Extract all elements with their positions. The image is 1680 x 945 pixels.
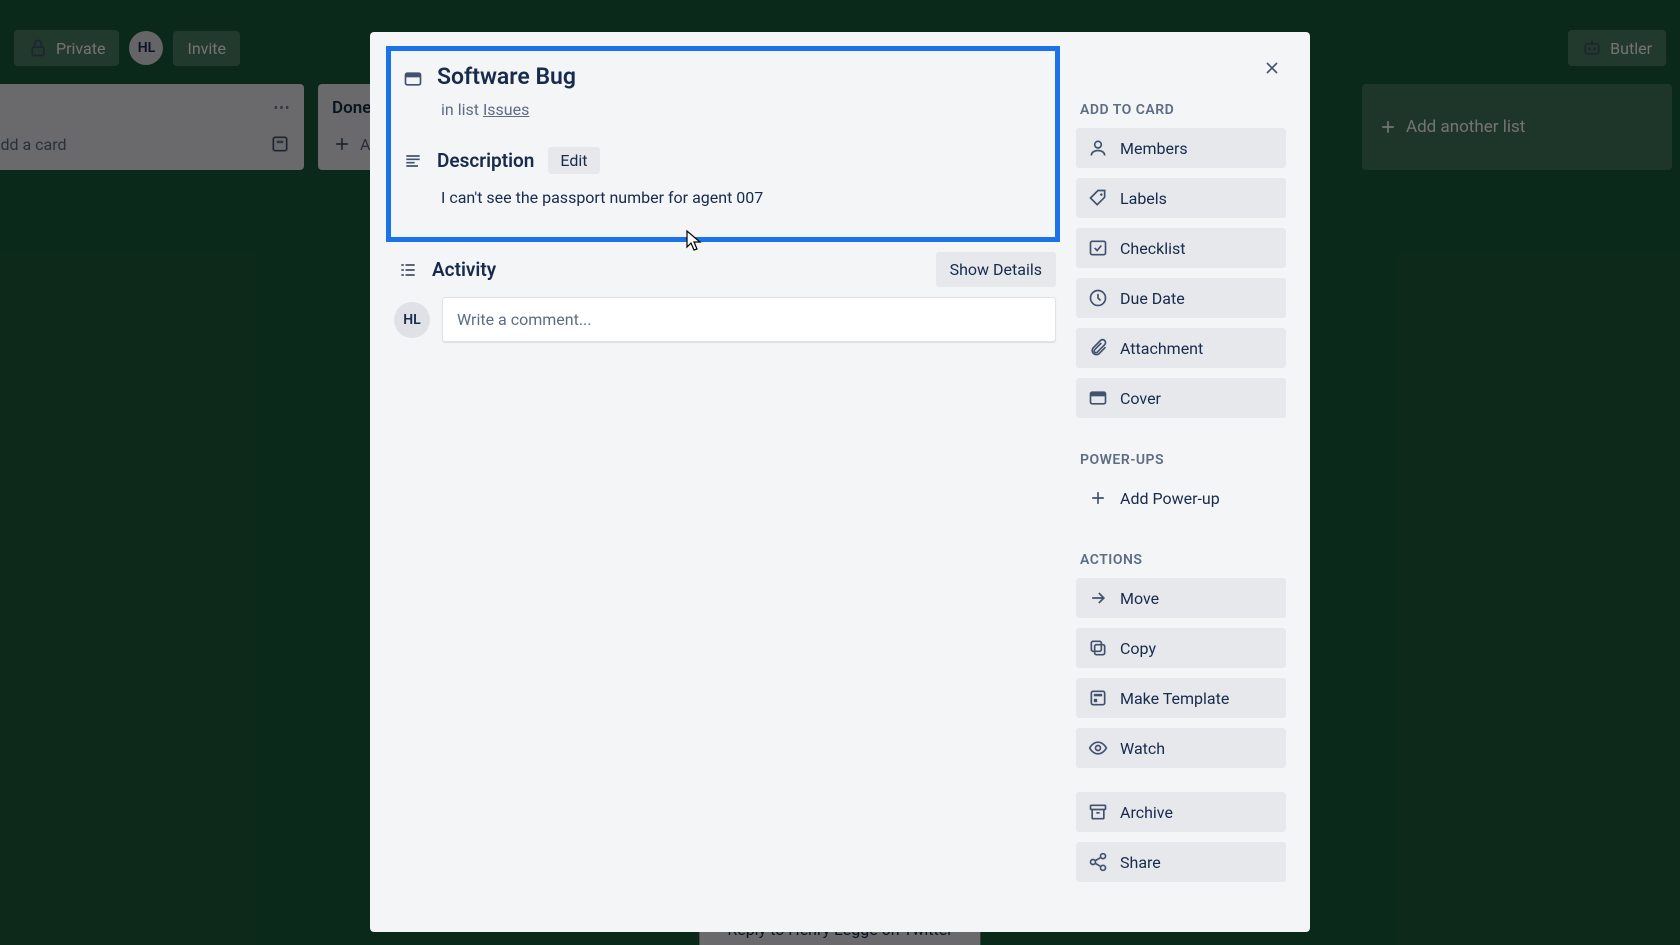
- members-button[interactable]: Members: [1076, 128, 1286, 168]
- card-title[interactable]: Software Bug: [437, 63, 576, 90]
- attachment-button[interactable]: Attachment: [1076, 328, 1286, 368]
- activity-icon: [398, 260, 418, 280]
- description-icon: [403, 151, 423, 171]
- copy-icon: [1088, 638, 1108, 658]
- list-link[interactable]: Issues: [483, 100, 529, 119]
- description-text[interactable]: I can't see the passport number for agen…: [399, 182, 1047, 207]
- cursor-icon: [685, 229, 705, 251]
- user-icon: [1088, 138, 1108, 158]
- checklist-icon: [1088, 238, 1108, 258]
- due-date-button[interactable]: Due Date: [1076, 278, 1286, 318]
- checklist-button[interactable]: Checklist: [1076, 228, 1286, 268]
- cover-icon: [1088, 388, 1108, 408]
- paperclip-icon: [1088, 338, 1108, 358]
- modal-main: Software Bug in list Issues Description …: [394, 50, 1056, 892]
- move-button[interactable]: Move: [1076, 578, 1286, 618]
- tag-icon: [1088, 188, 1108, 208]
- comment-avatar: HL: [394, 302, 430, 338]
- modal-sidebar: ADD TO CARD Members Labels Checklist Due…: [1076, 50, 1286, 892]
- archive-icon: [1088, 802, 1108, 822]
- watch-button[interactable]: Watch: [1076, 728, 1286, 768]
- share-button[interactable]: Share: [1076, 842, 1286, 882]
- labels-button[interactable]: Labels: [1076, 178, 1286, 218]
- in-list-label: in list Issues: [399, 100, 1047, 119]
- template-icon: [1088, 688, 1108, 708]
- add-to-card-title: ADD TO CARD: [1080, 102, 1286, 118]
- powerups-title: POWER-UPS: [1080, 452, 1286, 468]
- cover-button[interactable]: Cover: [1076, 378, 1286, 418]
- copy-button[interactable]: Copy: [1076, 628, 1286, 668]
- highlight-annotation: Software Bug in list Issues Description …: [386, 46, 1060, 242]
- close-button[interactable]: [1254, 50, 1290, 86]
- card-icon: [403, 69, 423, 89]
- make-template-button[interactable]: Make Template: [1076, 678, 1286, 718]
- edit-description-button[interactable]: Edit: [548, 147, 599, 174]
- plus-icon: [1088, 488, 1108, 508]
- actions-title: ACTIONS: [1080, 552, 1286, 568]
- share-icon: [1088, 852, 1108, 872]
- archive-button[interactable]: Archive: [1076, 792, 1286, 832]
- comment-input[interactable]: Write a comment...: [442, 297, 1056, 342]
- activity-heading: Activity: [432, 258, 496, 281]
- add-powerup-button[interactable]: Add Power-up: [1076, 478, 1286, 518]
- arrow-right-icon: [1088, 588, 1108, 608]
- eye-icon: [1088, 738, 1108, 758]
- show-details-button[interactable]: Show Details: [936, 252, 1056, 287]
- description-heading: Description: [437, 149, 534, 172]
- clock-icon: [1088, 288, 1108, 308]
- card-modal: Software Bug in list Issues Description …: [370, 32, 1310, 932]
- close-icon: [1262, 58, 1282, 78]
